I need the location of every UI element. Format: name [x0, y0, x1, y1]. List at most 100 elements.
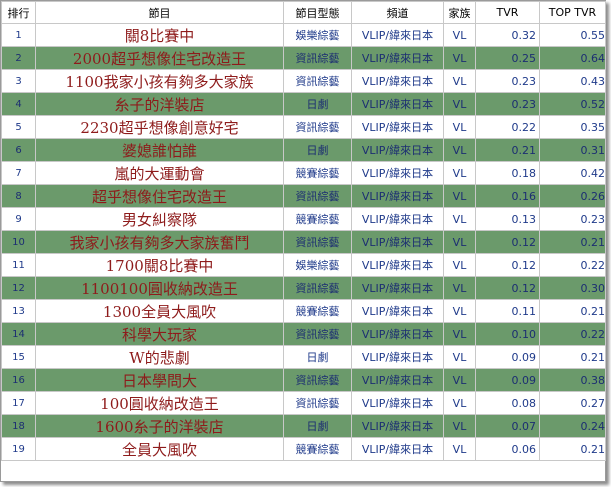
table-row[interactable]: 17 100圓收納改造王 資訊綜藝 VLIP/緯來日本 VL 0.08 0.27 [1, 391, 606, 415]
tvr-cell: 0.11 [475, 299, 540, 323]
table-row[interactable]: 5 2230超乎想像創意好宅 資訊綜藝 VLIP/緯來日本 VL 0.22 0.35 [1, 115, 606, 139]
tvr-cell: 0.12 [475, 253, 540, 277]
family-cell: VL [443, 322, 476, 346]
program-title-cell: 1100我家小孩有夠多大家族 [35, 69, 284, 93]
column-header-tvr[interactable]: TVR [475, 1, 540, 24]
column-header-channel[interactable]: 頻道 [351, 1, 444, 24]
tvr-cell: 0.13 [475, 207, 540, 231]
genre-cell: 資訊綜藝 [283, 276, 352, 300]
table-row[interactable]: 4 糸子的洋裝店 日劇 VLIP/緯來日本 VL 0.23 0.52 [1, 92, 606, 116]
table-row[interactable]: 3 1100我家小孩有夠多大家族 資訊綜藝 VLIP/緯來日本 VL 0.23 0.43 [1, 69, 606, 93]
genre-cell: 資訊綜藝 [283, 230, 352, 254]
genre-cell: 資訊綜藝 [283, 69, 352, 93]
rank-cell: 2 [1, 46, 36, 70]
column-header-top-tvr[interactable]: TOP TVR [539, 1, 606, 24]
family-cell: VL [443, 230, 476, 254]
family-cell: VL [443, 23, 476, 47]
table-row[interactable]: 7 嵐的大運動會 競賽綜藝 VLIP/緯來日本 VL 0.18 0.42 [1, 161, 606, 185]
family-cell: VL [443, 391, 476, 415]
family-cell: VL [443, 46, 476, 70]
family-cell: VL [443, 69, 476, 93]
channel-cell: VLIP/緯來日本 [351, 391, 444, 415]
channel-cell: VLIP/緯來日本 [351, 322, 444, 346]
table-row[interactable]: 18 1600糸子的洋裝店 日劇 VLIP/緯來日本 VL 0.07 0.24 [1, 414, 606, 438]
column-header-title[interactable]: 節目 [35, 1, 284, 24]
tvr-cell: 0.06 [475, 437, 540, 461]
channel-cell: VLIP/緯來日本 [351, 414, 444, 438]
table-row[interactable]: 2 2000超乎想像住宅改造王 資訊綜藝 VLIP/緯來日本 VL 0.25 0.64 [1, 46, 606, 70]
program-title-cell: 1700關8比賽中 [35, 253, 284, 277]
channel-cell: VLIP/緯來日本 [351, 345, 444, 369]
rank-cell: 15 [1, 345, 36, 369]
top-tvr-cell: 0.24 [539, 414, 606, 438]
genre-cell: 日劇 [283, 92, 352, 116]
family-cell: VL [443, 138, 476, 162]
table-row[interactable]: 19 全員大風吹 競賽綜藝 VLIP/緯來日本 VL 0.06 0.21 [1, 437, 606, 461]
program-title-cell: 1300全員大風吹 [35, 299, 284, 323]
column-header-rank[interactable]: 排行 [1, 1, 36, 24]
family-cell: VL [443, 414, 476, 438]
program-title-cell: 2230超乎想像創意好宅 [35, 115, 284, 139]
column-header-family[interactable]: 家族 [443, 1, 476, 24]
top-tvr-cell: 0.42 [539, 161, 606, 185]
table-row[interactable]: 14 科學大玩家 資訊綜藝 VLIP/緯來日本 VL 0.10 0.22 [1, 322, 606, 346]
genre-cell: 競賽綜藝 [283, 207, 352, 231]
rank-cell: 8 [1, 184, 36, 208]
program-title-cell: 日本學問大 [35, 368, 284, 392]
table-row[interactable]: 15 W的悲劇 日劇 VLIP/緯來日本 VL 0.09 0.21 [1, 345, 606, 369]
table-row[interactable]: 10 我家小孩有夠多大家族奮鬥 資訊綜藝 VLIP/緯來日本 VL 0.12 0.21 [1, 230, 606, 254]
table-body: 1 關8比賽中 娛樂綜藝 VLIP/緯來日本 VL 0.32 0.55 2 2000超乎想像住宅… [1, 23, 606, 461]
program-title-cell: 男女糾察隊 [35, 207, 284, 231]
table-row[interactable]: 11 1700關8比賽中 娛樂綜藝 VLIP/緯來日本 VL 0.12 0.22 [1, 253, 606, 277]
top-tvr-cell: 0.52 [539, 92, 606, 116]
top-tvr-cell: 0.38 [539, 368, 606, 392]
top-tvr-cell: 0.22 [539, 322, 606, 346]
family-cell: VL [443, 115, 476, 139]
rank-cell: 7 [1, 161, 36, 185]
genre-cell: 資訊綜藝 [283, 184, 352, 208]
table-row[interactable]: 8 超乎想像住宅改造王 資訊綜藝 VLIP/緯來日本 VL 0.16 0.26 [1, 184, 606, 208]
genre-cell: 競賽綜藝 [283, 299, 352, 323]
genre-cell: 資訊綜藝 [283, 391, 352, 415]
program-title-cell: 全員大風吹 [35, 437, 284, 461]
table-row[interactable]: 6 婆媳誰怕誰 日劇 VLIP/緯來日本 VL 0.21 0.31 [1, 138, 606, 162]
top-tvr-cell: 0.22 [539, 253, 606, 277]
tvr-cell: 0.12 [475, 276, 540, 300]
genre-cell: 娛樂綜藝 [283, 253, 352, 277]
column-header-genre[interactable]: 節目型態 [283, 1, 352, 24]
tvr-cell: 0.09 [475, 368, 540, 392]
channel-cell: VLIP/緯來日本 [351, 161, 444, 185]
program-title-cell: 超乎想像住宅改造王 [35, 184, 284, 208]
table-row[interactable]: 13 1300全員大風吹 競賽綜藝 VLIP/緯來日本 VL 0.11 0.21 [1, 299, 606, 323]
top-tvr-cell: 0.21 [539, 230, 606, 254]
channel-cell: VLIP/緯來日本 [351, 276, 444, 300]
program-title-cell: 2000超乎想像住宅改造王 [35, 46, 284, 70]
rank-cell: 12 [1, 276, 36, 300]
top-tvr-cell: 0.21 [539, 299, 606, 323]
top-tvr-cell: 0.55 [539, 23, 606, 47]
program-title-cell: 100圓收納改造王 [35, 391, 284, 415]
channel-cell: VLIP/緯來日本 [351, 368, 444, 392]
channel-cell: VLIP/緯來日本 [351, 253, 444, 277]
table-row[interactable]: 9 男女糾察隊 競賽綜藝 VLIP/緯來日本 VL 0.13 0.23 [1, 207, 606, 231]
genre-cell: 競賽綜藝 [283, 161, 352, 185]
channel-cell: VLIP/緯來日本 [351, 115, 444, 139]
table-row[interactable]: 16 日本學問大 資訊綜藝 VLIP/緯來日本 VL 0.09 0.38 [1, 368, 606, 392]
tvr-cell: 0.32 [475, 23, 540, 47]
table-row[interactable]: 12 1100100圓收納改造王 資訊綜藝 VLIP/緯來日本 VL 0.12 0.30 [1, 276, 606, 300]
channel-cell: VLIP/緯來日本 [351, 437, 444, 461]
program-title-cell: 1100100圓收納改造王 [35, 276, 284, 300]
channel-cell: VLIP/緯來日本 [351, 184, 444, 208]
tvr-cell: 0.08 [475, 391, 540, 415]
family-cell: VL [443, 92, 476, 116]
table-row[interactable]: 1 關8比賽中 娛樂綜藝 VLIP/緯來日本 VL 0.32 0.55 [1, 23, 606, 47]
rank-cell: 16 [1, 368, 36, 392]
channel-cell: VLIP/緯來日本 [351, 23, 444, 47]
channel-cell: VLIP/緯來日本 [351, 138, 444, 162]
tvr-cell: 0.12 [475, 230, 540, 254]
tvr-cell: 0.18 [475, 161, 540, 185]
program-title-cell: 嵐的大運動會 [35, 161, 284, 185]
tvr-cell: 0.22 [475, 115, 540, 139]
channel-cell: VLIP/緯來日本 [351, 69, 444, 93]
tvr-cell: 0.23 [475, 92, 540, 116]
